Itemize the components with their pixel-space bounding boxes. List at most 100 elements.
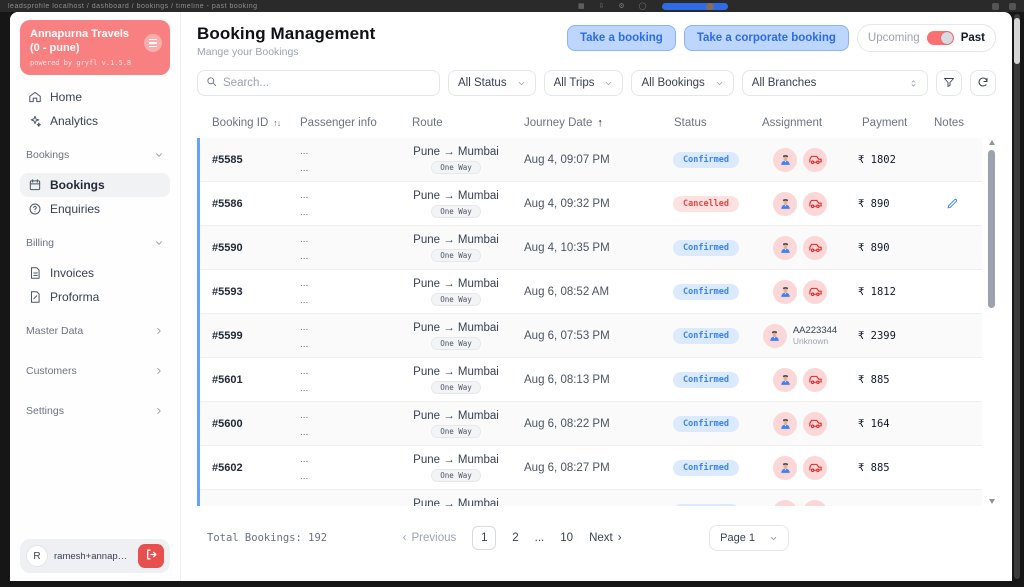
column-header-assignment[interactable]: Assignment bbox=[750, 117, 850, 129]
next-page-button[interactable]: Next › bbox=[589, 532, 622, 544]
sidebar-item-proforma[interactable]: Proforma bbox=[20, 285, 170, 309]
org-card[interactable]: Annapurna Travels (0 - pune) powered by … bbox=[20, 20, 170, 75]
upcoming-past-toggle[interactable]: Upcoming Past bbox=[857, 24, 996, 52]
page-button-2[interactable]: 2 bbox=[512, 532, 518, 544]
toggle-upcoming-label[interactable]: Upcoming bbox=[868, 32, 920, 44]
assignment-cell: AA223344Unknown bbox=[750, 324, 850, 348]
assignment-cell bbox=[750, 148, 850, 172]
browser-menu-icon[interactable] bbox=[1009, 3, 1016, 10]
filter-dropdown-all-bookings[interactable]: All Bookings bbox=[631, 70, 733, 96]
sidebar-section-settings[interactable]: Settings bbox=[20, 401, 170, 419]
table-row[interactable]: #5599 ...... Pune → Mumbai One Way Aug 6… bbox=[200, 314, 982, 358]
filter-dropdown-all-status[interactable]: All Status bbox=[448, 70, 536, 96]
assigned-driver-avatar[interactable] bbox=[773, 280, 797, 304]
refresh-icon bbox=[977, 76, 989, 91]
page-button-10[interactable]: 10 bbox=[560, 532, 573, 544]
filter-dropdown-value: All Trips bbox=[554, 77, 595, 89]
assigned-driver-avatar[interactable] bbox=[773, 500, 797, 507]
table-row[interactable]: #5586 ...... Pune → Mumbai One Way Aug 4… bbox=[200, 182, 982, 226]
sidebar-section-customers[interactable]: Customers bbox=[20, 361, 170, 379]
chevron-updown-icon bbox=[909, 79, 918, 88]
assigned-vehicle-avatar[interactable] bbox=[803, 148, 827, 172]
page-select-dropdown[interactable]: Page 1 bbox=[709, 525, 789, 551]
table-row[interactable]: #5601 ...... Pune → Mumbai One Way Aug 6… bbox=[200, 358, 982, 402]
search-input[interactable] bbox=[223, 77, 431, 89]
assigned-driver-avatar[interactable] bbox=[773, 236, 797, 260]
column-header-route[interactable]: Route bbox=[400, 117, 512, 129]
filter-funnel-button[interactable] bbox=[936, 70, 962, 96]
logout-button[interactable] bbox=[138, 544, 164, 568]
assigned-vehicle-avatar[interactable] bbox=[803, 368, 827, 392]
column-header-notes[interactable]: Notes bbox=[922, 117, 982, 129]
assigned-driver-avatar[interactable] bbox=[773, 148, 797, 172]
column-header-journey-date[interactable]: Journey Date ↑ bbox=[512, 117, 662, 129]
column-header-label: Payment bbox=[862, 117, 907, 129]
status-badge: Confirmed bbox=[673, 284, 739, 300]
search-box[interactable] bbox=[197, 70, 440, 96]
chevron-down-icon bbox=[604, 79, 613, 88]
sidebar-item-home[interactable]: Home bbox=[20, 85, 170, 109]
analytics-icon bbox=[28, 114, 42, 128]
browser-extension-icon[interactable] bbox=[992, 3, 999, 10]
sidebar-item-enquiries[interactable]: Enquiries bbox=[20, 197, 170, 221]
table-scrollbar[interactable] bbox=[988, 138, 996, 506]
sort-ascending-icon[interactable]: ↑ bbox=[597, 117, 603, 129]
take-corporate-booking-button[interactable]: Take a corporate booking bbox=[684, 25, 849, 51]
sidebar-nav-sections: Bookings Bookings Enquiries Billing Invo… bbox=[20, 133, 170, 429]
assigned-driver-avatar[interactable] bbox=[763, 324, 787, 348]
passenger-info-cell: ...... bbox=[288, 231, 400, 265]
sidebar-section-billing[interactable]: Billing bbox=[20, 233, 170, 251]
window-scrollbar-track[interactable] bbox=[1014, 14, 1020, 579]
column-header-booking-id[interactable]: Booking ID ↑↓ bbox=[200, 117, 288, 129]
user-chip[interactable]: R ramesh+annapurna... bbox=[20, 539, 170, 573]
assigned-driver-avatar[interactable] bbox=[773, 368, 797, 392]
avatar: R bbox=[26, 545, 48, 567]
table-row[interactable]: ... Pune → Mumbai One Way Confirmed bbox=[200, 490, 982, 506]
assignment-cell bbox=[750, 280, 850, 304]
edit-note-button[interactable] bbox=[946, 197, 959, 210]
sidebar-section-master-data[interactable]: Master Data bbox=[20, 321, 170, 339]
toggle-switch[interactable] bbox=[927, 31, 954, 45]
previous-page-button[interactable]: ‹ Previous bbox=[403, 532, 457, 544]
vehicle-icon bbox=[808, 240, 823, 255]
filter-dropdown-all-trips[interactable]: All Trips bbox=[544, 70, 624, 96]
assigned-driver-avatar[interactable] bbox=[773, 192, 797, 216]
browser-profile-pill[interactable] bbox=[662, 3, 728, 10]
assigned-vehicle-avatar[interactable] bbox=[803, 412, 827, 436]
sidebar-section-bookings[interactable]: Bookings bbox=[20, 145, 170, 163]
window-scrollbar-thumb[interactable] bbox=[1014, 18, 1020, 64]
table-row[interactable]: #5600 ...... Pune → Mumbai One Way Aug 6… bbox=[200, 402, 982, 446]
table-scrollbar-thumb[interactable] bbox=[988, 150, 995, 308]
hamburger-menu-icon[interactable] bbox=[144, 34, 162, 52]
column-header-passenger-info[interactable]: Passenger info bbox=[288, 117, 400, 129]
assigned-vehicle-avatar[interactable] bbox=[803, 192, 827, 216]
page-button-1[interactable]: 1 bbox=[472, 526, 496, 550]
route-text: Pune → Mumbai bbox=[413, 146, 499, 158]
assigned-vehicle-avatar[interactable] bbox=[803, 500, 827, 507]
assigned-vehicle-avatar[interactable] bbox=[803, 280, 827, 304]
assigned-driver-avatar[interactable] bbox=[773, 456, 797, 480]
sidebar-item-invoices[interactable]: Invoices bbox=[20, 261, 170, 285]
assigned-vehicle-avatar[interactable] bbox=[803, 456, 827, 480]
sort-both-icon[interactable]: ↑↓ bbox=[273, 118, 280, 128]
browser-bar-end-icons bbox=[992, 3, 1016, 10]
status-badge: Cancelled bbox=[673, 196, 739, 212]
table-row[interactable]: #5602 ...... Pune → Mumbai One Way Aug 6… bbox=[200, 446, 982, 490]
scroll-up-arrow[interactable] bbox=[989, 140, 995, 145]
toggle-past-label[interactable]: Past bbox=[961, 32, 985, 44]
filter-dropdown-all-branches[interactable]: All Branches bbox=[742, 70, 928, 96]
table-row[interactable]: #5585 ...... Pune → Mumbai One Way Aug 4… bbox=[200, 138, 982, 182]
table-row[interactable]: #5593 ...... Pune → Mumbai One Way Aug 6… bbox=[200, 270, 982, 314]
scroll-down-arrow[interactable] bbox=[989, 499, 995, 504]
refresh-button[interactable] bbox=[970, 70, 996, 96]
assigned-vehicle-avatar[interactable] bbox=[803, 236, 827, 260]
table-row[interactable]: #5590 ...... Pune → Mumbai One Way Aug 4… bbox=[200, 226, 982, 270]
sidebar-item-bookings[interactable]: Bookings bbox=[20, 173, 170, 197]
take-booking-button[interactable]: Take a booking bbox=[567, 25, 676, 51]
trip-type-badge: One Way bbox=[431, 293, 481, 306]
assigned-driver-avatar[interactable] bbox=[773, 412, 797, 436]
assignment-cell bbox=[750, 456, 850, 480]
sidebar-item-analytics[interactable]: Analytics bbox=[20, 109, 170, 133]
column-header-status[interactable]: Status bbox=[662, 117, 750, 129]
column-header-payment[interactable]: Payment bbox=[850, 117, 922, 129]
